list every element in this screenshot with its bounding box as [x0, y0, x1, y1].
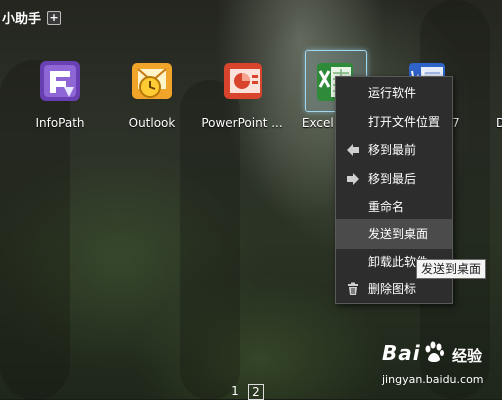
watermark-brand: Bai [382, 341, 421, 365]
menu-item-label: 移到最后 [368, 172, 417, 186]
menu-item-move-back[interactable]: 移到最后 [336, 164, 452, 194]
menu-item-label: 重命名 [368, 200, 405, 214]
menu-item-open-location[interactable]: 打开文件位置 [336, 107, 452, 137]
plus-icon[interactable]: + [47, 10, 62, 25]
menu-item-label: 打开文件位置 [368, 115, 441, 129]
outlook-icon [128, 57, 176, 105]
watermark-url: jingyan.baidu.com [382, 373, 484, 386]
app-label: PowerPoint ... [201, 116, 283, 130]
infopath-icon [36, 57, 84, 105]
menu-item-label: 删除图标 [368, 282, 417, 296]
powerpoint-icon [218, 57, 266, 105]
app-label: InfoPath [35, 116, 85, 130]
menu-item-label: 移到最前 [368, 143, 417, 157]
app-title: 小助手 [2, 12, 42, 27]
app-partial[interactable]: D [470, 57, 502, 130]
menu-item-label: 运行软件 [368, 86, 417, 100]
trash-icon [346, 282, 360, 296]
header: 小助手 + [2, 8, 62, 27]
arrow-right-icon [346, 172, 360, 186]
menu-item-move-front[interactable]: 移到最前 [336, 135, 452, 165]
app-outlook[interactable]: Outlook [107, 57, 197, 130]
app-label: Outlook [128, 116, 176, 130]
paw-icon [424, 341, 444, 365]
pagination: 1 2 [228, 384, 264, 400]
app-icon [470, 57, 502, 105]
menu-item-label: 发送到桌面 [368, 227, 429, 241]
menu-item-send-to-desktop[interactable]: 发送到桌面 [336, 219, 452, 249]
watermark-suffix: 经验 [452, 347, 483, 365]
page-button[interactable]: 1 [228, 384, 242, 398]
app-infopath[interactable]: InfoPath [15, 57, 105, 130]
menu-item-run[interactable]: 运行软件 [336, 78, 452, 108]
tooltip: 发送到桌面 [416, 259, 487, 279]
menu-item-rename[interactable]: 重命名 [336, 192, 452, 222]
baidu-watermark: Bai 经验 jingyan.baidu.com [380, 339, 500, 397]
app-powerpoint[interactable]: PowerPoint ... [197, 57, 287, 130]
app-label: D [496, 116, 502, 130]
arrow-left-icon [346, 143, 360, 157]
page-button-current[interactable]: 2 [248, 384, 264, 400]
